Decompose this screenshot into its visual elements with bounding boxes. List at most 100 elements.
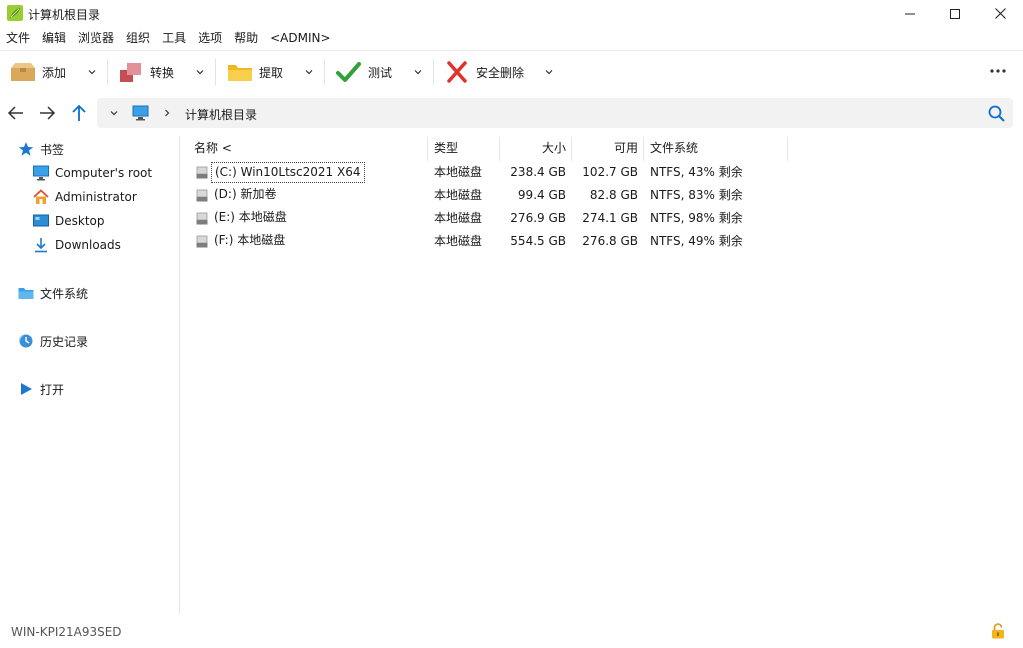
column-divider[interactable]: [787, 137, 788, 161]
drive-size: 238.4 GB: [510, 165, 566, 179]
column-divider[interactable]: [643, 137, 644, 161]
drive-icon: [196, 235, 208, 248]
toolbar-divider: [324, 59, 325, 85]
chevron-down-icon[interactable]: [86, 66, 98, 78]
app-icon: [7, 5, 23, 21]
column-divider[interactable]: [427, 137, 428, 161]
column-divider[interactable]: [499, 137, 500, 161]
sidebar-bookmarks-label: 书签: [40, 142, 65, 157]
drive-filesystem: NTFS, 43% 剩余: [650, 165, 743, 179]
drive-name: (C:) Win10Ltsc2021 X64: [211, 162, 365, 183]
menu-file[interactable]: 文件: [0, 28, 36, 48]
home-icon: [33, 189, 49, 204]
sidebar-bookmarks-header[interactable]: 书签: [0, 138, 178, 160]
back-arrow-icon[interactable]: [7, 104, 25, 122]
sidebar-item-label: 文件系统: [40, 286, 89, 301]
add-button[interactable]: 添加: [10, 51, 66, 93]
drive-icon: [196, 189, 208, 202]
convert-button[interactable]: 转换: [118, 51, 174, 93]
sidebar-item-label: Desktop: [55, 214, 105, 228]
add-label: 添加: [42, 65, 67, 80]
chevron-down-icon[interactable]: [303, 66, 315, 78]
download-icon: [35, 238, 47, 253]
drive-filesystem: NTFS, 49% 剩余: [650, 234, 743, 248]
column-header-row: 名称 < 类型 大小 可用 文件系统: [188, 137, 788, 161]
sidebar-item-administrator[interactable]: Administrator: [0, 186, 178, 208]
table-row[interactable]: (D:) 新加卷 本地磁盘 99.4 GB 82.8 GB NTFS, 83% …: [188, 184, 788, 207]
sidebar-item-desktop[interactable]: Desktop: [0, 210, 178, 232]
address-bar[interactable]: 计算机根目录: [97, 98, 1013, 128]
test-checkmark-icon: [336, 62, 361, 82]
sidebar-item-label: Administrator: [55, 190, 137, 204]
drive-free: 82.8 GB: [589, 188, 638, 202]
search-icon[interactable]: [988, 105, 1005, 122]
close-icon: [994, 8, 1006, 19]
drive-size: 276.9 GB: [510, 211, 566, 225]
test-button[interactable]: 测试: [336, 51, 392, 93]
toolbar-divider: [433, 59, 434, 85]
lock-icon[interactable]: [991, 623, 1005, 639]
chevron-right-icon[interactable]: [161, 107, 173, 119]
chevron-down-icon[interactable]: [108, 107, 120, 119]
menu-options[interactable]: 选项: [192, 28, 228, 48]
drive-type: 本地磁盘: [434, 188, 483, 202]
sidebar-item-open[interactable]: 打开: [0, 378, 178, 400]
drive-free: 274.1 GB: [582, 211, 638, 225]
sidebar-item-label: Computer's root: [55, 166, 153, 180]
menu-browser[interactable]: 浏览器: [72, 28, 120, 48]
maximize-icon: [950, 8, 960, 19]
status-bar: WIN-KPI21A93SED: [0, 618, 1023, 648]
drive-name: (F:) 本地磁盘: [214, 233, 286, 247]
table-row[interactable]: (F:) 本地磁盘 本地磁盘 554.5 GB 276.8 GB NTFS, 4…: [188, 230, 788, 253]
up-arrow-icon[interactable]: [70, 104, 88, 122]
menu-edit[interactable]: 编辑: [36, 28, 72, 48]
convert-label: 转换: [150, 65, 175, 80]
table-row[interactable]: (E:) 本地磁盘 本地磁盘 276.9 GB 274.1 GB NTFS, 9…: [188, 207, 788, 230]
extract-button[interactable]: 提取: [227, 51, 283, 93]
drive-type: 本地磁盘: [434, 211, 483, 225]
extract-folder-icon: [228, 65, 252, 81]
menu-tools[interactable]: 工具: [156, 28, 192, 48]
drive-free: 102.7 GB: [582, 165, 638, 179]
chevron-down-icon[interactable]: [543, 66, 555, 78]
address-path: 计算机根目录: [185, 108, 258, 122]
sidebar-item-filesystem[interactable]: 文件系统: [0, 282, 178, 304]
drive-name: (D:) 新加卷: [214, 187, 277, 201]
menu-help[interactable]: 帮助: [228, 28, 264, 48]
column-header-filesystem[interactable]: 文件系统: [650, 137, 780, 161]
secure-delete-button[interactable]: 安全删除: [444, 51, 524, 93]
column-header-free[interactable]: 可用: [574, 137, 638, 161]
drive-type: 本地磁盘: [434, 234, 483, 248]
computer-name: WIN-KPI21A93SED: [11, 625, 122, 639]
drive-filesystem: NTFS, 98% 剩余: [650, 211, 743, 225]
table-row[interactable]: (C:) Win10Ltsc2021 X64 本地磁盘 238.4 GB 102…: [188, 161, 788, 184]
secure-delete-label: 安全删除: [476, 65, 525, 80]
column-header-size[interactable]: 大小: [502, 137, 566, 161]
maximize-button[interactable]: [932, 0, 978, 27]
toolbar-divider: [107, 59, 108, 85]
sidebar-item-label: 历史记录: [40, 334, 89, 349]
title-bar: 计算机根目录: [0, 0, 1023, 27]
column-header-name[interactable]: 名称 <: [194, 137, 424, 161]
drive-type: 本地磁盘: [434, 165, 483, 179]
minimize-button[interactable]: [887, 0, 933, 27]
drive-icon: [196, 212, 208, 225]
menu-organize[interactable]: 组织: [120, 28, 156, 48]
drive-size: 554.5 GB: [510, 234, 566, 248]
column-header-type[interactable]: 类型: [434, 137, 494, 161]
add-archive-icon: [11, 63, 35, 81]
sidebar-item-downloads[interactable]: Downloads: [0, 234, 178, 256]
sidebar-item-computers-root[interactable]: Computer's root: [0, 162, 178, 184]
computer-icon: [132, 105, 149, 121]
chevron-down-icon[interactable]: [194, 66, 206, 78]
chevron-down-icon[interactable]: [412, 66, 424, 78]
close-button[interactable]: [977, 0, 1023, 27]
menu-admin[interactable]: <ADMIN>: [264, 28, 336, 48]
toolbar-divider: [215, 59, 216, 85]
more-icon[interactable]: [989, 65, 1007, 77]
column-divider[interactable]: [571, 137, 572, 161]
menu-bar: 文件 编辑 浏览器 组织 工具 选项 帮助 <ADMIN>: [0, 28, 1023, 48]
forward-arrow-icon[interactable]: [38, 104, 56, 122]
sidebar-item-history[interactable]: 历史记录: [0, 330, 178, 352]
drive-filesystem: NTFS, 83% 剩余: [650, 188, 743, 202]
